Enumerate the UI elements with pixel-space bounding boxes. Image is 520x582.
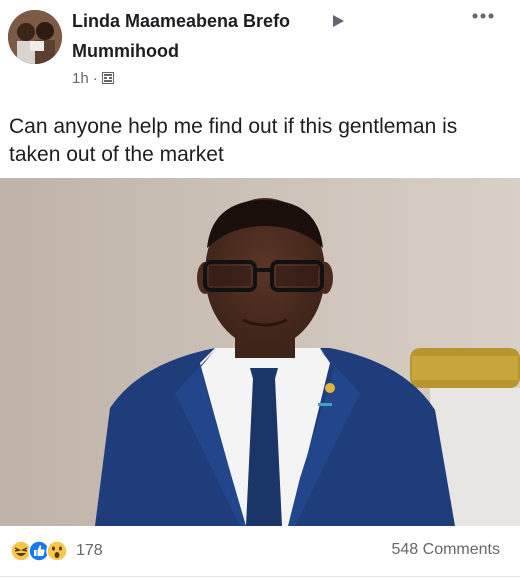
post-text: Can anyone help me find out if this gent…: [9, 115, 458, 166]
author-name[interactable]: Linda Maameabena Brefo: [72, 10, 290, 32]
group-privacy-icon: [101, 72, 114, 84]
right-triangle-icon: [333, 15, 344, 27]
post-photo[interactable]: [0, 178, 520, 526]
meta-separator: ·: [92, 69, 98, 87]
more-options-icon[interactable]: [468, 6, 498, 26]
reaction-count: 178: [76, 542, 103, 559]
divider: [0, 576, 520, 577]
wow-icon: [46, 540, 68, 562]
group-name[interactable]: Mummihood: [72, 40, 179, 62]
post-header: Linda Maameabena Brefo Mummihood 1h ·: [0, 0, 520, 100]
post-time[interactable]: 1h: [72, 70, 89, 87]
reaction-summary[interactable]: 178: [10, 539, 103, 563]
comments-count[interactable]: 548 Comments: [392, 541, 501, 559]
avatar[interactable]: [8, 10, 62, 64]
post-meta: 1h ·: [72, 69, 114, 87]
